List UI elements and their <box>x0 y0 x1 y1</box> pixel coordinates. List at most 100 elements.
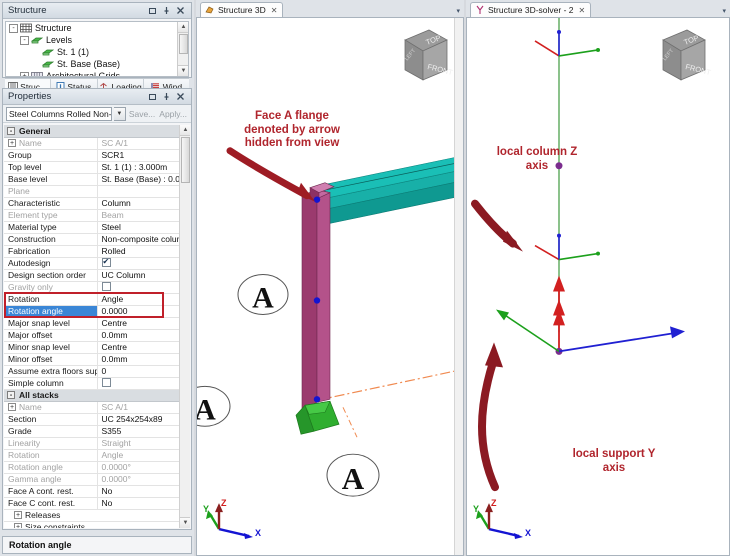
property-row-element-type[interactable]: Element type Beam <box>4 209 190 222</box>
property-value[interactable] <box>97 377 190 390</box>
chevron-down-icon[interactable]: ▾ <box>456 7 460 15</box>
section-expander[interactable]: - <box>7 126 15 135</box>
property-row-face-a-cont-rest[interactable]: Face A cont. rest. No <box>4 485 190 498</box>
property-row-linearity[interactable]: Linearity Straight <box>4 437 190 450</box>
chevron-down-icon[interactable]: ▾ <box>722 7 726 15</box>
property-value[interactable]: Column <box>97 197 190 210</box>
checkbox[interactable] <box>101 257 111 267</box>
property-row-construction[interactable]: Construction Non-composite column <box>4 233 190 246</box>
tree-item-structure[interactable]: - Structure <box>6 22 188 34</box>
close-icon[interactable]: ✕ <box>579 6 586 15</box>
property-value[interactable]: S355 <box>97 425 190 438</box>
property-value[interactable]: 0.0000° <box>97 461 190 474</box>
scroll-thumb[interactable] <box>181 137 190 183</box>
property-row-name[interactable]: + Name SC A/1 <box>4 137 190 150</box>
viewport-3d-scrollbar[interactable] <box>454 18 463 555</box>
property-row-major-snap-level[interactable]: Major snap level Centre <box>4 317 190 330</box>
checkbox[interactable] <box>101 282 111 291</box>
property-row-minor-offset[interactable]: Minor offset 0.0mm <box>4 353 190 366</box>
property-row-characteristic[interactable]: Characteristic Column <box>4 197 190 210</box>
tree-expander[interactable]: - <box>20 35 29 45</box>
scroll-down-icon[interactable]: ▼ <box>180 517 190 528</box>
property-value[interactable]: SC A/1 <box>97 137 190 150</box>
property-value[interactable]: St. 1 (1) : 3.000m <box>97 161 190 174</box>
property-row-gravity-only[interactable]: Gravity only <box>4 281 190 294</box>
property-row-grade[interactable]: Grade S355 <box>4 425 190 438</box>
group-expander[interactable]: + <box>14 511 22 519</box>
property-row-design-section-order[interactable]: Design section order UC Column <box>4 269 190 282</box>
property-row-top-level[interactable]: Top level St. 1 (1) : 3.000m <box>4 161 190 174</box>
scroll-up-icon[interactable]: ▲ <box>178 22 188 33</box>
property-value[interactable]: 0.0mm <box>97 329 190 342</box>
viewport-solver-canvas[interactable]: TOP FRONT LEFT X Y Z local column Z axis… <box>466 17 730 556</box>
property-row-major-offset[interactable]: Major offset 0.0mm <box>4 329 190 342</box>
close-icon[interactable] <box>176 92 185 101</box>
properties-scrollbar[interactable]: ▲ ▼ <box>179 125 190 528</box>
property-value[interactable]: SCR1 <box>97 149 190 162</box>
row-expander[interactable]: + <box>8 139 16 147</box>
property-set-combo[interactable]: Steel Columns Rolled Non-Composit... <box>6 106 112 121</box>
property-value[interactable]: Beam <box>97 209 190 222</box>
pin-icon[interactable] <box>162 92 171 101</box>
property-value[interactable] <box>97 281 190 294</box>
property-value[interactable] <box>97 257 190 270</box>
property-row-material-type[interactable]: Material type Steel <box>4 221 190 234</box>
scroll-up-icon[interactable]: ▲ <box>180 125 190 136</box>
property-value[interactable]: UC Column <box>97 269 190 282</box>
property-value[interactable]: Centre <box>97 341 190 354</box>
restore-icon[interactable] <box>148 6 157 15</box>
property-value[interactable]: Rolled <box>97 245 190 258</box>
property-group-releases[interactable]: + Releases <box>4 509 190 522</box>
viewport-3d-canvas[interactable]: TOP FRONT LEFT A A A X Y Z Face A flange… <box>196 17 464 556</box>
tab-structure-3d-solver[interactable]: Structure 3D-solver - 2 ✕ <box>470 2 592 17</box>
scroll-thumb[interactable] <box>179 34 188 54</box>
chevron-down-icon[interactable]: ▼ <box>113 106 126 121</box>
property-value[interactable]: SC A/1 <box>97 401 190 414</box>
property-value[interactable]: Angle <box>97 449 190 462</box>
property-value[interactable]: No <box>97 497 190 510</box>
property-value[interactable]: Centre <box>97 317 190 330</box>
property-row-rotation[interactable]: Rotation Angle <box>4 449 190 462</box>
property-value[interactable]: 0.0mm <box>97 353 190 366</box>
tab-structure-3d[interactable]: Structure 3D ✕ <box>200 2 284 17</box>
property-row-rotation-angle[interactable]: Rotation angle 0.0000° <box>4 461 190 474</box>
property-value[interactable]: Straight <box>97 437 190 450</box>
tree-item-st-base-base[interactable]: St. Base (Base) <box>6 58 188 70</box>
property-row-autodesign[interactable]: Autodesign <box>4 257 190 270</box>
property-value[interactable]: Non-composite column <box>97 233 190 246</box>
property-row-rotation[interactable]: Rotation Angle <box>4 293 190 306</box>
property-row-fabrication[interactable]: Fabrication Rolled <box>4 245 190 258</box>
pin-icon[interactable] <box>162 6 171 15</box>
property-value[interactable]: 0.0000° <box>97 473 190 486</box>
checkbox[interactable] <box>101 378 111 387</box>
row-expander[interactable]: + <box>8 403 16 411</box>
property-value[interactable]: Angle <box>97 293 190 306</box>
group-expander[interactable]: + <box>14 523 22 528</box>
property-value[interactable]: Steel <box>97 221 190 234</box>
property-value[interactable]: 0 <box>97 365 190 378</box>
tree-item-st-1-1[interactable]: St. 1 (1) <box>6 46 188 58</box>
section-expander[interactable]: - <box>7 391 15 399</box>
property-value[interactable]: St. Base (Base) : 0.0... <box>97 173 190 186</box>
save-button[interactable]: Save... <box>128 109 156 119</box>
structure-tree[interactable]: - Structure - Levels St. 1 (1) St. Base (Base… <box>5 21 189 77</box>
property-row-face-c-cont-rest[interactable]: Face C cont. rest. No <box>4 497 190 510</box>
property-row-rotation-angle[interactable]: Rotation angle 0.0000 <box>4 305 190 318</box>
property-section-general[interactable]: - General <box>4 125 190 138</box>
property-value[interactable]: 0.0000 <box>97 305 190 318</box>
close-icon[interactable] <box>176 6 185 15</box>
scroll-down-icon[interactable]: ▼ <box>178 65 188 76</box>
property-row-gamma-angle[interactable]: Gamma angle 0.0000° <box>4 473 190 486</box>
property-group-size-constraints[interactable]: + Size constraints <box>4 521 190 528</box>
property-row-plane[interactable]: Plane <box>4 185 190 198</box>
property-value[interactable]: No <box>97 485 190 498</box>
structure-tree-scrollbar[interactable]: ▲ ▼ <box>177 22 188 76</box>
restore-icon[interactable] <box>148 92 157 101</box>
property-row-assume-extra-floors-supp[interactable]: Assume extra floors supp...0 <box>4 365 190 378</box>
property-value[interactable]: UC 254x254x89 <box>97 413 190 426</box>
property-row-base-level[interactable]: Base level St. Base (Base) : 0.0... <box>4 173 190 186</box>
tree-item-levels[interactable]: - Levels <box>6 34 188 46</box>
tree-expander[interactable]: - <box>9 23 18 33</box>
property-value[interactable] <box>97 185 190 198</box>
property-row-group[interactable]: Group SCR1 <box>4 149 190 162</box>
